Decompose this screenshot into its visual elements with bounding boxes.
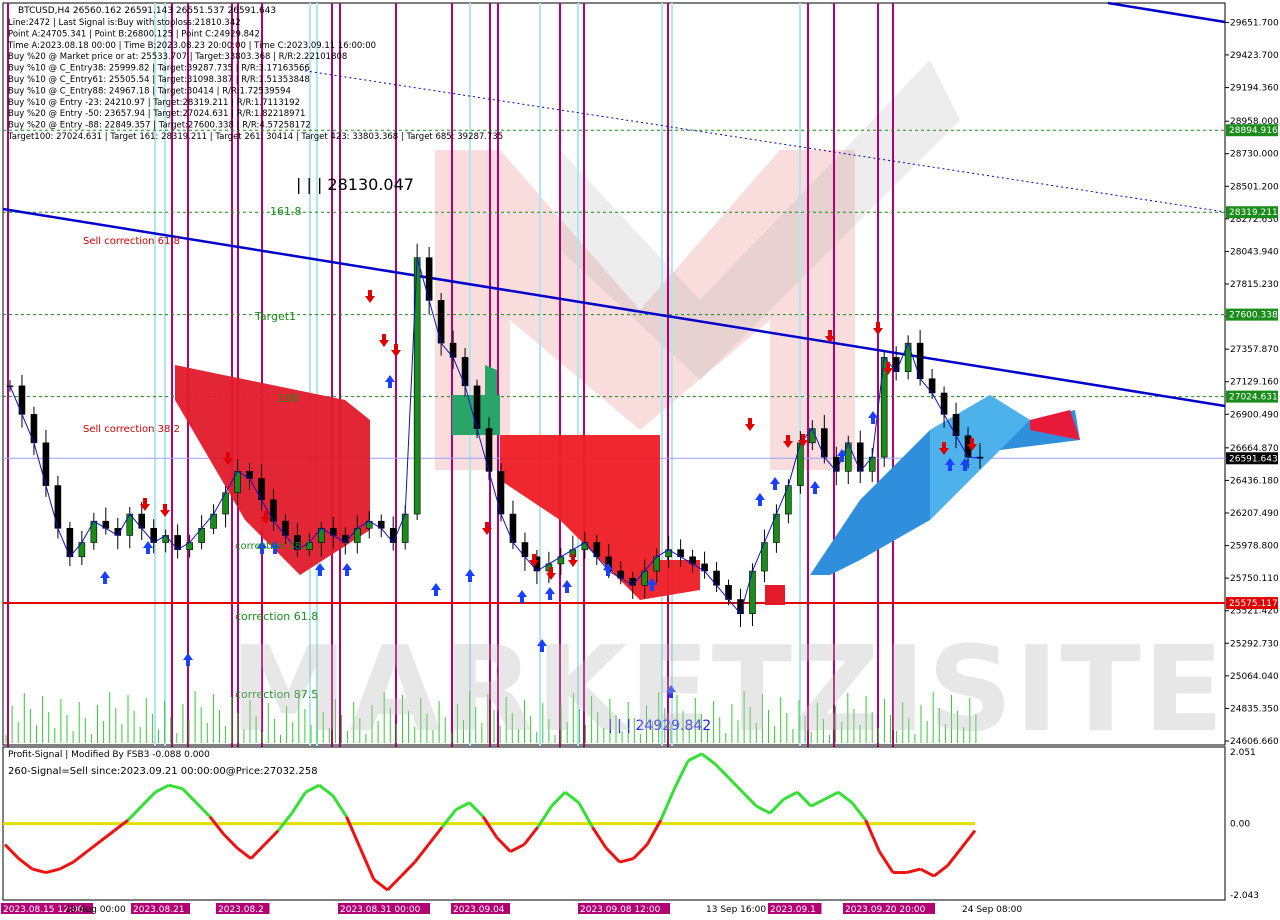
info-line: Buy %10 @ C_Entry61: 25505.54 | Target:3… xyxy=(8,75,310,85)
y-tick-label: 25750.110 xyxy=(1230,574,1279,584)
y-tick-label: 28501.200 xyxy=(1230,182,1279,192)
x-axis-label: 2023.08.2 xyxy=(218,905,264,915)
info-line: Buy %10 @ Entry -23: 24210.97 | Target:2… xyxy=(8,98,300,108)
chart-annotation: 100 xyxy=(278,392,299,405)
info-line: Buy %20 @ Entry -50: 23657.94 | Target:2… xyxy=(8,109,305,119)
y-tick-label: 25978.800 xyxy=(1230,542,1279,552)
y-tick-label: 27815.230 xyxy=(1230,280,1279,290)
y-tick-label: 26207.490 xyxy=(1230,509,1279,519)
chart-annotation: Sell correction 61.8 xyxy=(83,236,180,247)
signal-y-label: -2.043 xyxy=(1230,891,1259,901)
x-axis-label: 2023.08.31 00:00 xyxy=(340,905,421,915)
y-tick-label: 25064.040 xyxy=(1230,672,1279,682)
chart-annotation: Sell correction 38.2 xyxy=(83,424,180,435)
signal-subtitle: 260-Signal=Sell since:2023.09.21 00:00:0… xyxy=(8,766,318,777)
x-axis-label: 2023.09.1 xyxy=(770,905,816,915)
signal-y-label: 0.00 xyxy=(1230,820,1250,830)
y-tick-label: 24606.660 xyxy=(1230,737,1279,747)
price-tag-label: 27600.338 xyxy=(1229,311,1278,321)
x-axis-label: 24 Sep 08:00 xyxy=(962,905,1022,915)
y-tick-label: 28043.940 xyxy=(1230,247,1279,257)
chart-annotation: Target1 xyxy=(254,310,296,323)
info-line: Point A:24705.341 | Point B:26800.125 | … xyxy=(8,29,260,39)
y-tick-label: 29651.700 xyxy=(1230,18,1279,28)
price-tag-label: 28894.916 xyxy=(1229,126,1278,136)
chart-annotation: | | | 28130.047 xyxy=(296,175,414,194)
trading-chart[interactable]: 29651.70029423.70029194.36028958.0002873… xyxy=(0,0,1280,920)
info-line: Time A:2023.08.18 00:00 | Time B:2023.08… xyxy=(7,41,376,51)
y-tick-label: 26436.180 xyxy=(1230,476,1279,486)
chart-annotation: 161.8 xyxy=(270,205,302,218)
x-axis-label: 18 Aug 00:00 xyxy=(65,905,126,915)
price-tag-label: 25575.117 xyxy=(1229,599,1278,609)
y-tick-label: 26900.490 xyxy=(1230,410,1279,420)
profit-signal-panel[interactable]: 2.051 0.00 -2.043 Profit-Signal | Modified … xyxy=(2,746,1259,901)
y-tick-label: 28730.000 xyxy=(1230,150,1279,160)
info-line: Line:2472 | Last Signal is:Buy with stop… xyxy=(8,18,241,28)
cloud-green xyxy=(485,365,497,400)
info-line: Target100: 27024.631 | Target 161: 28319… xyxy=(7,132,503,142)
symbol-line: BTCUSD,H4 26560.162 26591.143 26551.537 … xyxy=(18,6,276,16)
info-line: Buy %20 @ Market price or at: 25533.707 … xyxy=(8,52,347,62)
signal-y-label: 2.051 xyxy=(1230,748,1256,758)
chart-annotation: correction 38.2 xyxy=(235,541,311,552)
watermark: MARKETZISITE xyxy=(230,620,1226,758)
signal-title: Profit-Signal | Modified By FSB3 -0.088 … xyxy=(8,750,210,760)
y-tick-label: 27129.160 xyxy=(1230,378,1279,388)
y-tick-label: 24835.350 xyxy=(1230,704,1279,714)
price-tag-label: 27024.631 xyxy=(1229,393,1278,403)
x-axis-label: 2023.09.04 xyxy=(453,905,505,915)
info-line: Buy %10 @ C_Entry88: 24967.18 | Target:3… xyxy=(8,86,291,96)
x-axis-label: 13 Sep 16:00 xyxy=(706,905,766,915)
y-tick-label: 29423.700 xyxy=(1230,51,1279,61)
y-tick-label: 29194.360 xyxy=(1230,84,1279,94)
cloud-red xyxy=(765,585,785,605)
y-tick-label: 27357.870 xyxy=(1230,345,1279,355)
price-tag-label: 28319.211 xyxy=(1229,208,1278,218)
y-tick-label: 25292.730 xyxy=(1230,639,1279,649)
x-axis-label: 2023.09.20 20:00 xyxy=(845,905,926,915)
x-axis-label: 2023.08.21 xyxy=(133,905,185,915)
info-line: Buy %10 @ C_Entry38: 25999.82 | Target:3… xyxy=(8,64,310,74)
info-line: Buy %20 @ Entry -88: 22849.357 | Target:… xyxy=(8,121,311,131)
price-tag-label: 26591.643 xyxy=(1229,454,1278,464)
x-axis-label: 2023.09.08 12:00 xyxy=(580,905,661,915)
